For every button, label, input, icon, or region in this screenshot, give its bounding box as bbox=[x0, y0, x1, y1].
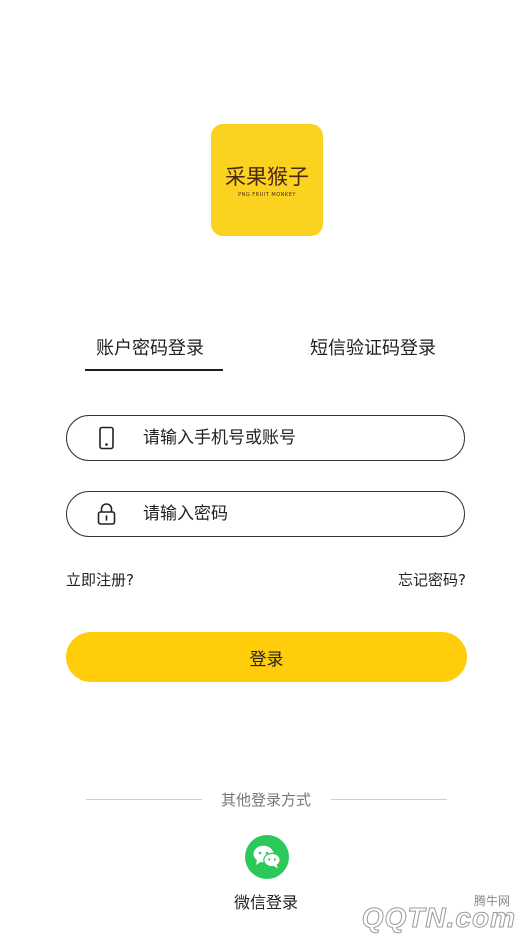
phone-icon bbox=[99, 426, 114, 450]
forgot-password-link[interactable]: 忘记密码? bbox=[398, 569, 466, 590]
register-link[interactable]: 立即注册? bbox=[66, 569, 134, 590]
other-login-divider-text: 其他登录方式 bbox=[220, 791, 311, 809]
logo-brand-text: 采果猴子 bbox=[225, 164, 309, 189]
watermark: 腾牛网 QQTN.com bbox=[322, 890, 522, 940]
active-tab-indicator bbox=[85, 369, 223, 371]
watermark-en-text: QQTN.com bbox=[361, 902, 516, 934]
divider-right bbox=[331, 799, 447, 800]
phone-account-input[interactable] bbox=[143, 416, 443, 460]
password-field[interactable] bbox=[66, 491, 465, 537]
tab-sms-code-login[interactable]: 短信验证码登录 bbox=[310, 334, 436, 360]
password-input[interactable] bbox=[143, 492, 443, 536]
logo-subtext: PNG FRUIT MONKEY bbox=[238, 191, 296, 198]
wechat-login-button[interactable] bbox=[245, 835, 289, 879]
phone-account-field[interactable] bbox=[66, 415, 465, 461]
tab-account-password-login[interactable]: 账户密码登录 bbox=[96, 334, 204, 360]
app-logo: 采果猴子 PNG FRUIT MONKEY bbox=[211, 124, 323, 236]
login-button[interactable]: 登录 bbox=[66, 632, 467, 682]
wechat-icon bbox=[253, 845, 281, 869]
lock-icon bbox=[97, 503, 116, 525]
